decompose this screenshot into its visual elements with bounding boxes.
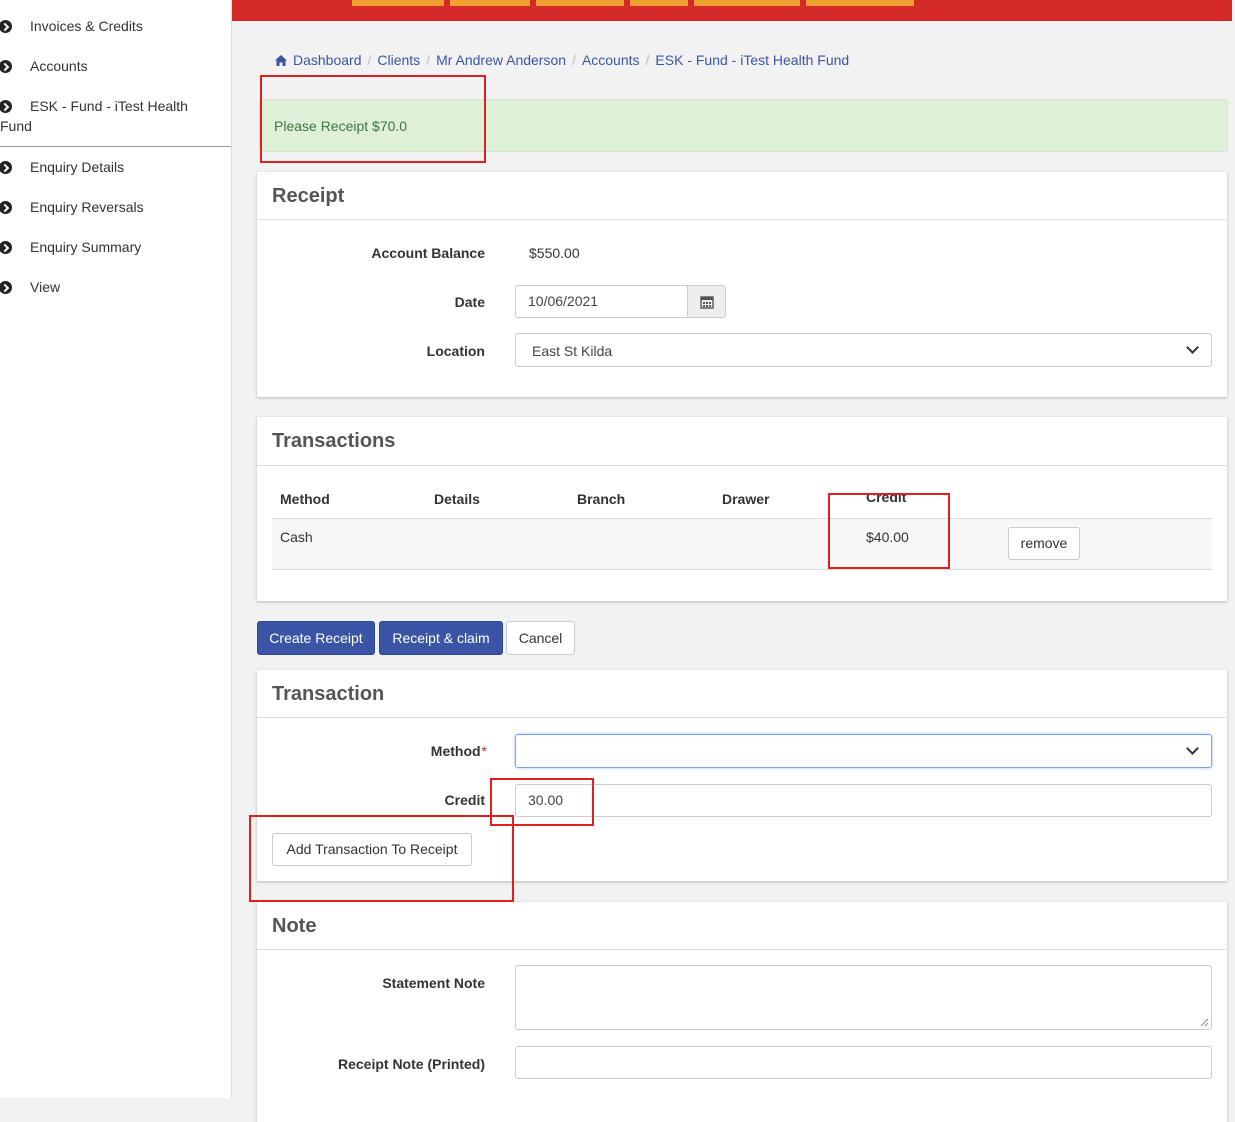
alert-header-bar bbox=[232, 0, 1232, 21]
sidebar-item-label: Accounts bbox=[30, 58, 88, 74]
breadcrumb-dashboard[interactable]: Dashboard bbox=[275, 52, 362, 68]
chevron-right-icon bbox=[0, 60, 12, 73]
status-badge[interactable] bbox=[694, 0, 800, 6]
credit-label: Credit bbox=[444, 792, 485, 808]
table-header: Method Details Branch Drawer Credit bbox=[272, 466, 1212, 520]
status-badge[interactable] bbox=[450, 0, 530, 6]
sidebar-item-label: View bbox=[30, 279, 61, 295]
panel-header: Receipt bbox=[257, 172, 1227, 220]
chevron-right-icon bbox=[0, 20, 12, 33]
panel-title: Transaction bbox=[272, 683, 385, 705]
method-label: Method* bbox=[257, 743, 487, 759]
chevron-right-icon bbox=[0, 241, 12, 254]
calendar-button[interactable] bbox=[687, 285, 726, 318]
cancel-button[interactable]: Cancel bbox=[506, 621, 575, 655]
panel-title: Receipt bbox=[272, 185, 345, 207]
annotation-box-credit bbox=[828, 493, 950, 569]
breadcrumb-separator: / bbox=[367, 52, 372, 68]
annotation-box-add-button bbox=[249, 815, 514, 902]
required-mark: * bbox=[481, 743, 487, 759]
chevron-right-icon bbox=[0, 161, 12, 174]
sidebar-item-label: Enquiry Summary bbox=[30, 239, 142, 255]
status-badge[interactable] bbox=[630, 0, 688, 6]
chevron-right-icon bbox=[0, 281, 12, 294]
panel-header: Transaction bbox=[257, 670, 1227, 718]
account-balance-value: $550.00 bbox=[529, 245, 580, 261]
breadcrumb-client-name[interactable]: Mr Andrew Anderson bbox=[436, 52, 566, 68]
sidebar-item-label: ESK - Fund - iTest Health Fund bbox=[0, 98, 188, 134]
status-badge[interactable] bbox=[536, 0, 624, 6]
breadcrumb-separator: / bbox=[426, 52, 431, 68]
resize-handle-icon[interactable] bbox=[1199, 1017, 1209, 1027]
sidebar-item-label: Enquiry Reversals bbox=[30, 199, 144, 215]
location-value: East St Kilda bbox=[532, 343, 613, 359]
status-badge[interactable] bbox=[806, 0, 914, 6]
breadcrumb-label: Dashboard bbox=[293, 52, 362, 68]
status-badge[interactable] bbox=[352, 0, 444, 6]
date-label: Date bbox=[454, 294, 485, 310]
panel-header: Transactions bbox=[257, 417, 1227, 466]
cell-method: Cash bbox=[280, 529, 313, 545]
column-header-method: Method bbox=[280, 491, 330, 507]
note-panel: Note Statement Note Receipt Note (Printe… bbox=[257, 902, 1227, 1122]
receipt-note-label: Receipt Note (Printed) bbox=[337, 1056, 485, 1072]
breadcrumb: Dashboard / Clients / Mr Andrew Anderson / Ac… bbox=[275, 52, 849, 68]
method-label-text: Method bbox=[430, 743, 481, 759]
chevron-down-icon bbox=[1186, 742, 1199, 755]
sidebar-item-label: Enquiry Details bbox=[30, 159, 125, 175]
sidebar-divider bbox=[0, 146, 231, 147]
annotation-box-alert bbox=[260, 75, 486, 163]
credit-input[interactable]: 30.00 bbox=[515, 784, 1212, 817]
sidebar: Invoices & Credits Accounts ESK - Fund -… bbox=[0, 0, 232, 1098]
panel-header: Note bbox=[257, 902, 1227, 950]
account-balance-label: Account Balance bbox=[371, 245, 485, 261]
statement-note-textarea[interactable] bbox=[515, 965, 1212, 1030]
home-icon bbox=[275, 55, 287, 66]
chevron-down-icon bbox=[1186, 341, 1199, 354]
chevron-right-icon bbox=[0, 201, 12, 214]
breadcrumb-accounts[interactable]: Accounts bbox=[582, 52, 640, 68]
create-receipt-button[interactable]: Create Receipt bbox=[257, 621, 375, 655]
date-group: 10/06/2021 bbox=[515, 285, 984, 318]
column-header-drawer: Drawer bbox=[722, 491, 770, 507]
receipt-panel: Receipt Account Balance $550.00 Date 10/… bbox=[257, 172, 1227, 397]
panel-title: Note bbox=[272, 915, 317, 937]
sidebar-item-label: Invoices & Credits bbox=[30, 18, 143, 34]
table-row: Cash $40.00 remove bbox=[272, 519, 1212, 570]
breadcrumb-clients[interactable]: Clients bbox=[377, 52, 420, 68]
statement-note-label: Statement Note bbox=[382, 975, 485, 991]
column-header-details: Details bbox=[434, 491, 480, 507]
breadcrumb-separator: / bbox=[645, 52, 650, 68]
column-header-branch: Branch bbox=[577, 491, 626, 507]
location-label: Location bbox=[426, 343, 485, 359]
receipt-and-claim-button[interactable]: Receipt & claim bbox=[379, 621, 503, 655]
calendar-icon bbox=[700, 296, 714, 309]
transactions-panel: Transactions Method Details Branch Drawe… bbox=[257, 417, 1227, 601]
date-value: 10/06/2021 bbox=[528, 293, 599, 309]
remove-button[interactable]: remove bbox=[1008, 527, 1080, 560]
date-input[interactable]: 10/06/2021 bbox=[515, 285, 689, 318]
breadcrumb-separator: / bbox=[572, 52, 576, 68]
receipt-note-input[interactable] bbox=[515, 1046, 1212, 1079]
panel-title: Transactions bbox=[272, 430, 396, 452]
breadcrumb-fund[interactable]: ESK - Fund - iTest Health Fund bbox=[655, 52, 849, 68]
location-select[interactable]: East St Kilda bbox=[515, 333, 1212, 367]
method-select[interactable] bbox=[515, 734, 1212, 768]
